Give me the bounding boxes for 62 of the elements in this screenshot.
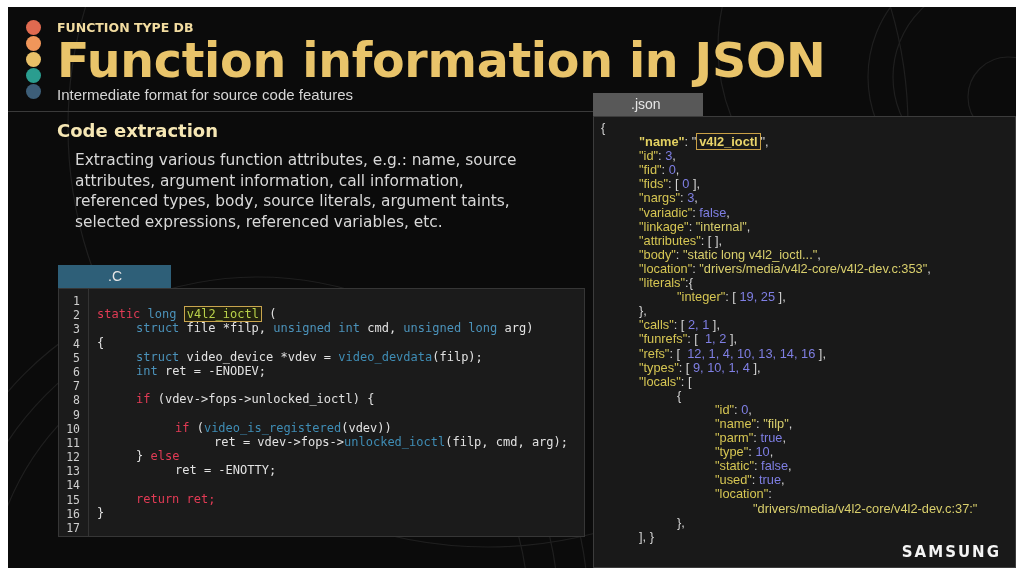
json-line: "drivers/media/v4l2-core/v4l2-dev.c:37:" (753, 500, 978, 516)
json-line: "funrefs": [ 1, 2 ], (639, 331, 738, 347)
code-line: static long v4l2_ioctl ( (97, 306, 277, 323)
line-number: 2 (73, 308, 80, 323)
line-number: 9 (73, 407, 80, 422)
json-line: "fids": [ 0 ], (639, 176, 701, 192)
line-number: 8 (73, 393, 80, 408)
json-line: "id": 3, (639, 148, 676, 164)
json-line: "fid": 0, (639, 162, 680, 178)
line-number: 5 (73, 350, 80, 365)
line-number: 6 (73, 364, 80, 379)
json-line: "integer": [ 19, 25 ], (677, 289, 786, 305)
code-line: return ret; (136, 491, 216, 506)
json-line: "variadic": false, (639, 204, 730, 220)
section-heading: Code extraction (57, 120, 219, 142)
code-line: ret = vdev->fops->unlocked_ioctl(filp, cmd, arg); (214, 434, 569, 449)
code-line: if (video_is_registered(vdev)) (175, 420, 392, 435)
kicker-label: FUNCTION TYPE DB (57, 20, 195, 36)
json-line: "name": "filp", (715, 415, 793, 431)
code-line: int ret = -ENODEV; (136, 363, 267, 378)
json-line: "name": " v4l2_ioctl ", (639, 133, 769, 151)
code-line: struct file *filp, unsigned int cmd, unsigned long arg) (136, 321, 534, 336)
line-number: 14 (66, 478, 80, 493)
line-number: 15 (66, 492, 80, 507)
code-line: } (97, 505, 105, 520)
json-line: { (601, 120, 606, 135)
line-number: 7 (73, 379, 80, 394)
section-paragraph: Extracting various function attributes, e.g.: name, source attributes, argument information, call information, referenced types, body, source literals, argument taints, selected expressions, referenced variables, etc. (75, 150, 518, 232)
file-extension-label: .json (593, 93, 703, 116)
json-line: "linkage": "internal", (639, 218, 751, 234)
line-number: 12 (66, 450, 80, 465)
line-number: 4 (73, 336, 80, 351)
file-extension-label: .C (58, 265, 171, 288)
line-number: 10 (66, 421, 80, 436)
slide-title: Function information in JSON (57, 36, 826, 86)
json-line: "nargs": 3, (639, 190, 698, 206)
json-line: "id": 0, (715, 401, 752, 417)
json-line: "calls": [ 2, 1 ], (639, 317, 720, 333)
json-line: "refs": [ 12, 1, 4, 10, 13, 14, 16 ], (639, 345, 826, 361)
line-number: 11 (66, 435, 80, 450)
code-line: if (vdev->fops->unlocked_ioctl) { (136, 392, 375, 407)
line-number: 17 (66, 521, 80, 535)
json-line: }, (639, 303, 647, 319)
json-line: "type": 10, (715, 444, 774, 460)
slide-subtitle: Intermediate format for source code features (57, 86, 354, 104)
code-line: { (97, 335, 105, 350)
code-line: struct video_device *vdev = video_devdata(filp); (136, 349, 483, 364)
json-line: "used": true, (715, 472, 785, 488)
json-line: "literals":{ (639, 275, 693, 291)
json-line: { (677, 387, 682, 403)
code-line: ret = -ENOTTY; (175, 463, 277, 478)
code-line: } else (136, 449, 180, 464)
json-line: "parm": true, (715, 430, 786, 446)
json-line: "static": false, (715, 458, 792, 474)
line-number: 3 (73, 322, 80, 337)
json-line: }, (677, 514, 685, 530)
wordmark-logo: SAMSUNG (901, 543, 1001, 560)
line-number: 1 (73, 294, 80, 308)
json-line: "location": (715, 486, 772, 502)
json-line: ], } (639, 528, 654, 544)
line-number: 13 (66, 464, 80, 479)
line-number: 16 (66, 506, 80, 521)
